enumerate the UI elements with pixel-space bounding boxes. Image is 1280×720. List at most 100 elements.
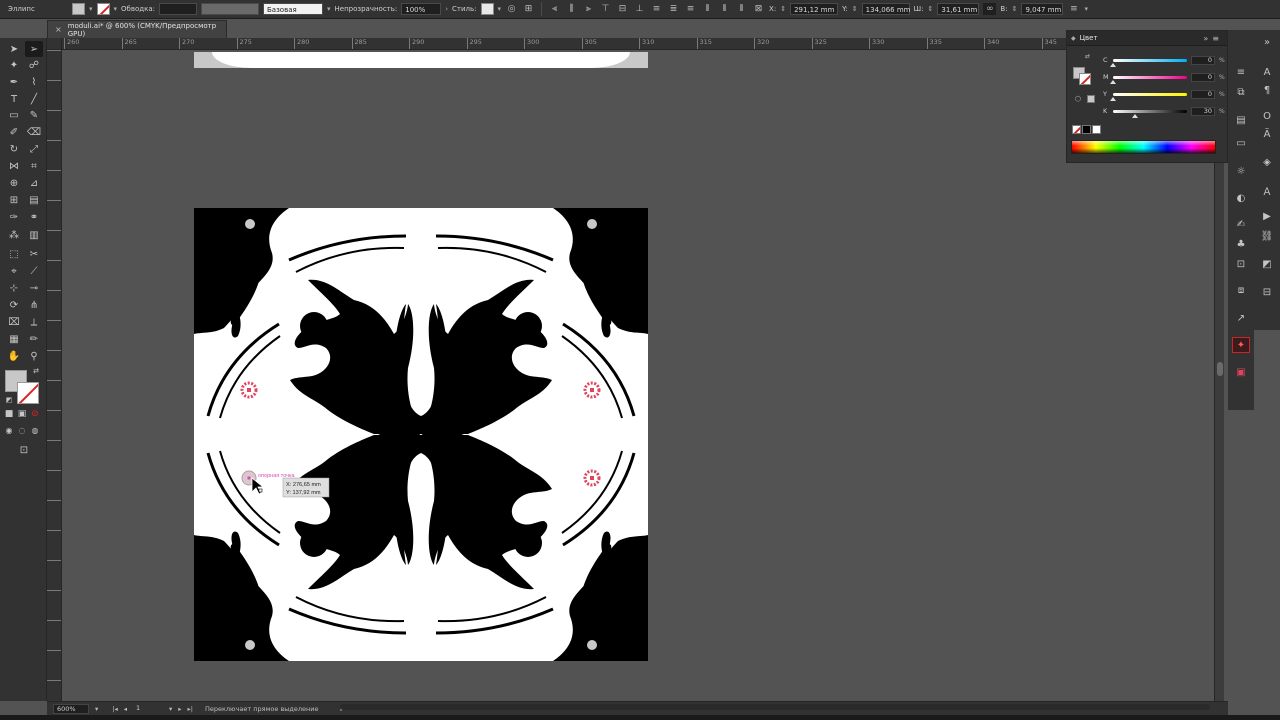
w-field[interactable]: 31,61 mm [937,3,980,15]
distribute-bottom-icon[interactable]: ≡ [684,3,697,15]
artboard-number-field[interactable]: 1 [133,704,163,714]
links-chain-icon[interactable]: ⛓ [1258,228,1276,244]
artboard-tool-icon[interactable]: ⬚ [5,246,23,262]
column-graph-icon[interactable]: ▦ [5,331,23,347]
gradient-mode-icon[interactable]: ▣ [16,408,28,420]
distribute-right-icon[interactable]: ⦀ [735,3,748,15]
horizontal-ruler[interactable]: 260 265 270 275 280 285 290 295 300 305 310 315 320 3… [62,38,1214,50]
direct-selection-tool-icon[interactable]: ➢ [25,41,43,57]
none-color-swatch[interactable] [1072,125,1081,134]
yellow-slider-thumb[interactable] [1110,96,1116,101]
reshape-icon[interactable]: ⟳ [5,297,23,313]
paintbrush-icon[interactable]: ✎ [25,107,43,123]
perspective-grid-icon[interactable]: ⊿ [25,175,43,191]
width-tool-icon[interactable]: ⋈ [5,158,23,174]
symbols-panel-icon[interactable]: ♣ [1232,236,1250,252]
artboard-artwork[interactable]: X: 276,65 mm Y: 137,92 mm опорная точка [62,50,1214,701]
first-artboard-icon[interactable]: |◂ [112,705,117,713]
rectangle-tool-icon[interactable]: ▭ [5,107,23,123]
pathfinder-icon[interactable]: ⧈ [1232,282,1250,298]
distribute-top-icon[interactable]: ≡ [650,3,663,15]
panel-stroke-swatch[interactable] [1079,73,1091,85]
join-tool-icon[interactable]: ⋔ [25,297,43,313]
crop-icon[interactable]: ⌧ [5,314,23,330]
x-stepper-icon[interactable]: ⇕ [780,5,786,13]
zoom-tool-icon[interactable]: ⚲ [25,348,43,364]
layers-panel-icon[interactable]: ◈ [1258,154,1276,170]
opacity-arrow-icon[interactable]: › [445,5,448,13]
opacity-field[interactable]: 100% [401,3,442,15]
stroke-weight-field[interactable] [158,3,197,15]
stroke-dropdown-icon[interactable]: ▾ [114,5,118,13]
line-tool-icon[interactable]: ╱ [25,91,43,107]
paragraph-panel-icon[interactable]: ¶ [1258,82,1276,98]
pen-tool-icon[interactable]: ✒ [5,74,23,90]
cyan-slider[interactable] [1110,58,1187,67]
black-color-swatch[interactable] [1082,125,1091,134]
h-field[interactable]: 9,047 mm [1021,3,1064,15]
opacity-label[interactable]: Непрозрачность: [335,5,398,13]
black-value-field[interactable]: 30 [1191,106,1215,116]
hand-tool-icon[interactable]: ✋ [5,348,23,364]
ruler-origin[interactable] [47,38,62,50]
navigator-panel-icon[interactable]: ⊟ [1258,284,1276,300]
last-artboard-icon[interactable]: ▸| [188,705,193,713]
type-tool-icon[interactable]: T [5,91,23,107]
distribute-left-icon[interactable]: ⦀ [701,3,714,15]
artboards-panel-icon[interactable]: ✦ [1232,337,1250,353]
w-stepper-icon[interactable]: ⇕ [928,5,934,13]
cyan-value-field[interactable]: 0 [1191,55,1215,65]
lasso-icon[interactable]: ☍ [25,57,43,73]
shape-options-icon[interactable]: ≡ [1067,3,1080,15]
magic-wand-icon[interactable]: ✦ [5,57,23,73]
draw-normal-icon[interactable]: ◉ [3,424,15,436]
horizontal-scrollbar[interactable] [340,704,1210,710]
align-left-icon[interactable]: ⫷ [548,3,561,15]
x-field[interactable]: 291,12 mm [790,3,839,15]
distribute-vcenter-icon[interactable]: ≣ [667,3,680,15]
shape-builder-icon[interactable]: ⊕ [5,175,23,191]
color-panel-title[interactable]: Цвет [1080,34,1098,42]
export-asset-icon[interactable]: ↗ [1232,310,1250,326]
prev-artboard-icon[interactable]: ◂ [124,705,127,713]
rotate-tool-icon[interactable]: ↻ [5,141,23,157]
align-hcenter-icon[interactable]: ⫼ [565,3,578,15]
style-swatch[interactable] [480,3,494,15]
puppet-warp-icon[interactable]: ⌖ [5,263,23,279]
knife-icon[interactable]: ⟋ [25,263,43,279]
shaper-tool-icon[interactable]: ✐ [5,124,23,140]
canvas[interactable]: X: 276,65 mm Y: 137,92 mm опорная точка [62,50,1214,701]
swatches-panel-icon[interactable]: ▤ [1232,112,1250,128]
link-proportions-icon[interactable]: ∞ [983,3,997,15]
distribute-hcenter-icon[interactable]: ⦀ [718,3,731,15]
type-styles-icon[interactable]: Ａ [1258,182,1276,198]
align-vcenter-icon[interactable]: ⊟ [616,3,629,15]
character-panel-icon[interactable]: A [1258,64,1276,80]
opentype-panel-icon[interactable]: O [1258,108,1276,124]
tile-artwork[interactable] [194,208,648,661]
graph-tool-icon[interactable]: ▥ [25,227,43,243]
magenta-slider-thumb[interactable] [1110,79,1116,84]
next-artboard-icon[interactable]: ▸ [178,705,181,713]
mesh-tool-icon[interactable]: ⊞ [5,192,23,208]
h-stepper-icon[interactable]: ⇕ [1012,5,1018,13]
more-options-icon[interactable]: ▾ [1084,5,1088,13]
graphic-styles-icon[interactable]: ⊡ [1232,256,1250,272]
fill-swatch[interactable] [72,3,85,15]
zoom-field[interactable]: 600% [53,703,89,714]
brush-panel-icon[interactable]: ✍ [1232,216,1250,232]
gradient-panel-icon[interactable]: ▭ [1232,135,1250,151]
align-bottom-icon[interactable]: ⊥ [633,3,646,15]
magenta-value-field[interactable]: 0 [1191,72,1215,82]
swap-fill-stroke-icon[interactable]: ⇄ [30,366,42,376]
cyan-slider-thumb[interactable] [1110,62,1116,67]
color-guide-icon[interactable]: ◐ [1232,190,1250,206]
swap-colors-icon[interactable]: ⇄ [1085,53,1090,60]
links-panel-icon[interactable]: ▣ [1232,364,1250,380]
panel-menu-icon[interactable]: »≡ [1203,34,1227,43]
eyedropper-icon[interactable]: ✑ [5,209,23,225]
transform-icon[interactable]: ⊠ [752,3,765,15]
image-trace-icon[interactable]: ◩ [1258,256,1276,272]
align-right-icon[interactable]: ⫸ [582,3,595,15]
symbol-sprayer-icon[interactable]: ⁂ [5,227,23,243]
